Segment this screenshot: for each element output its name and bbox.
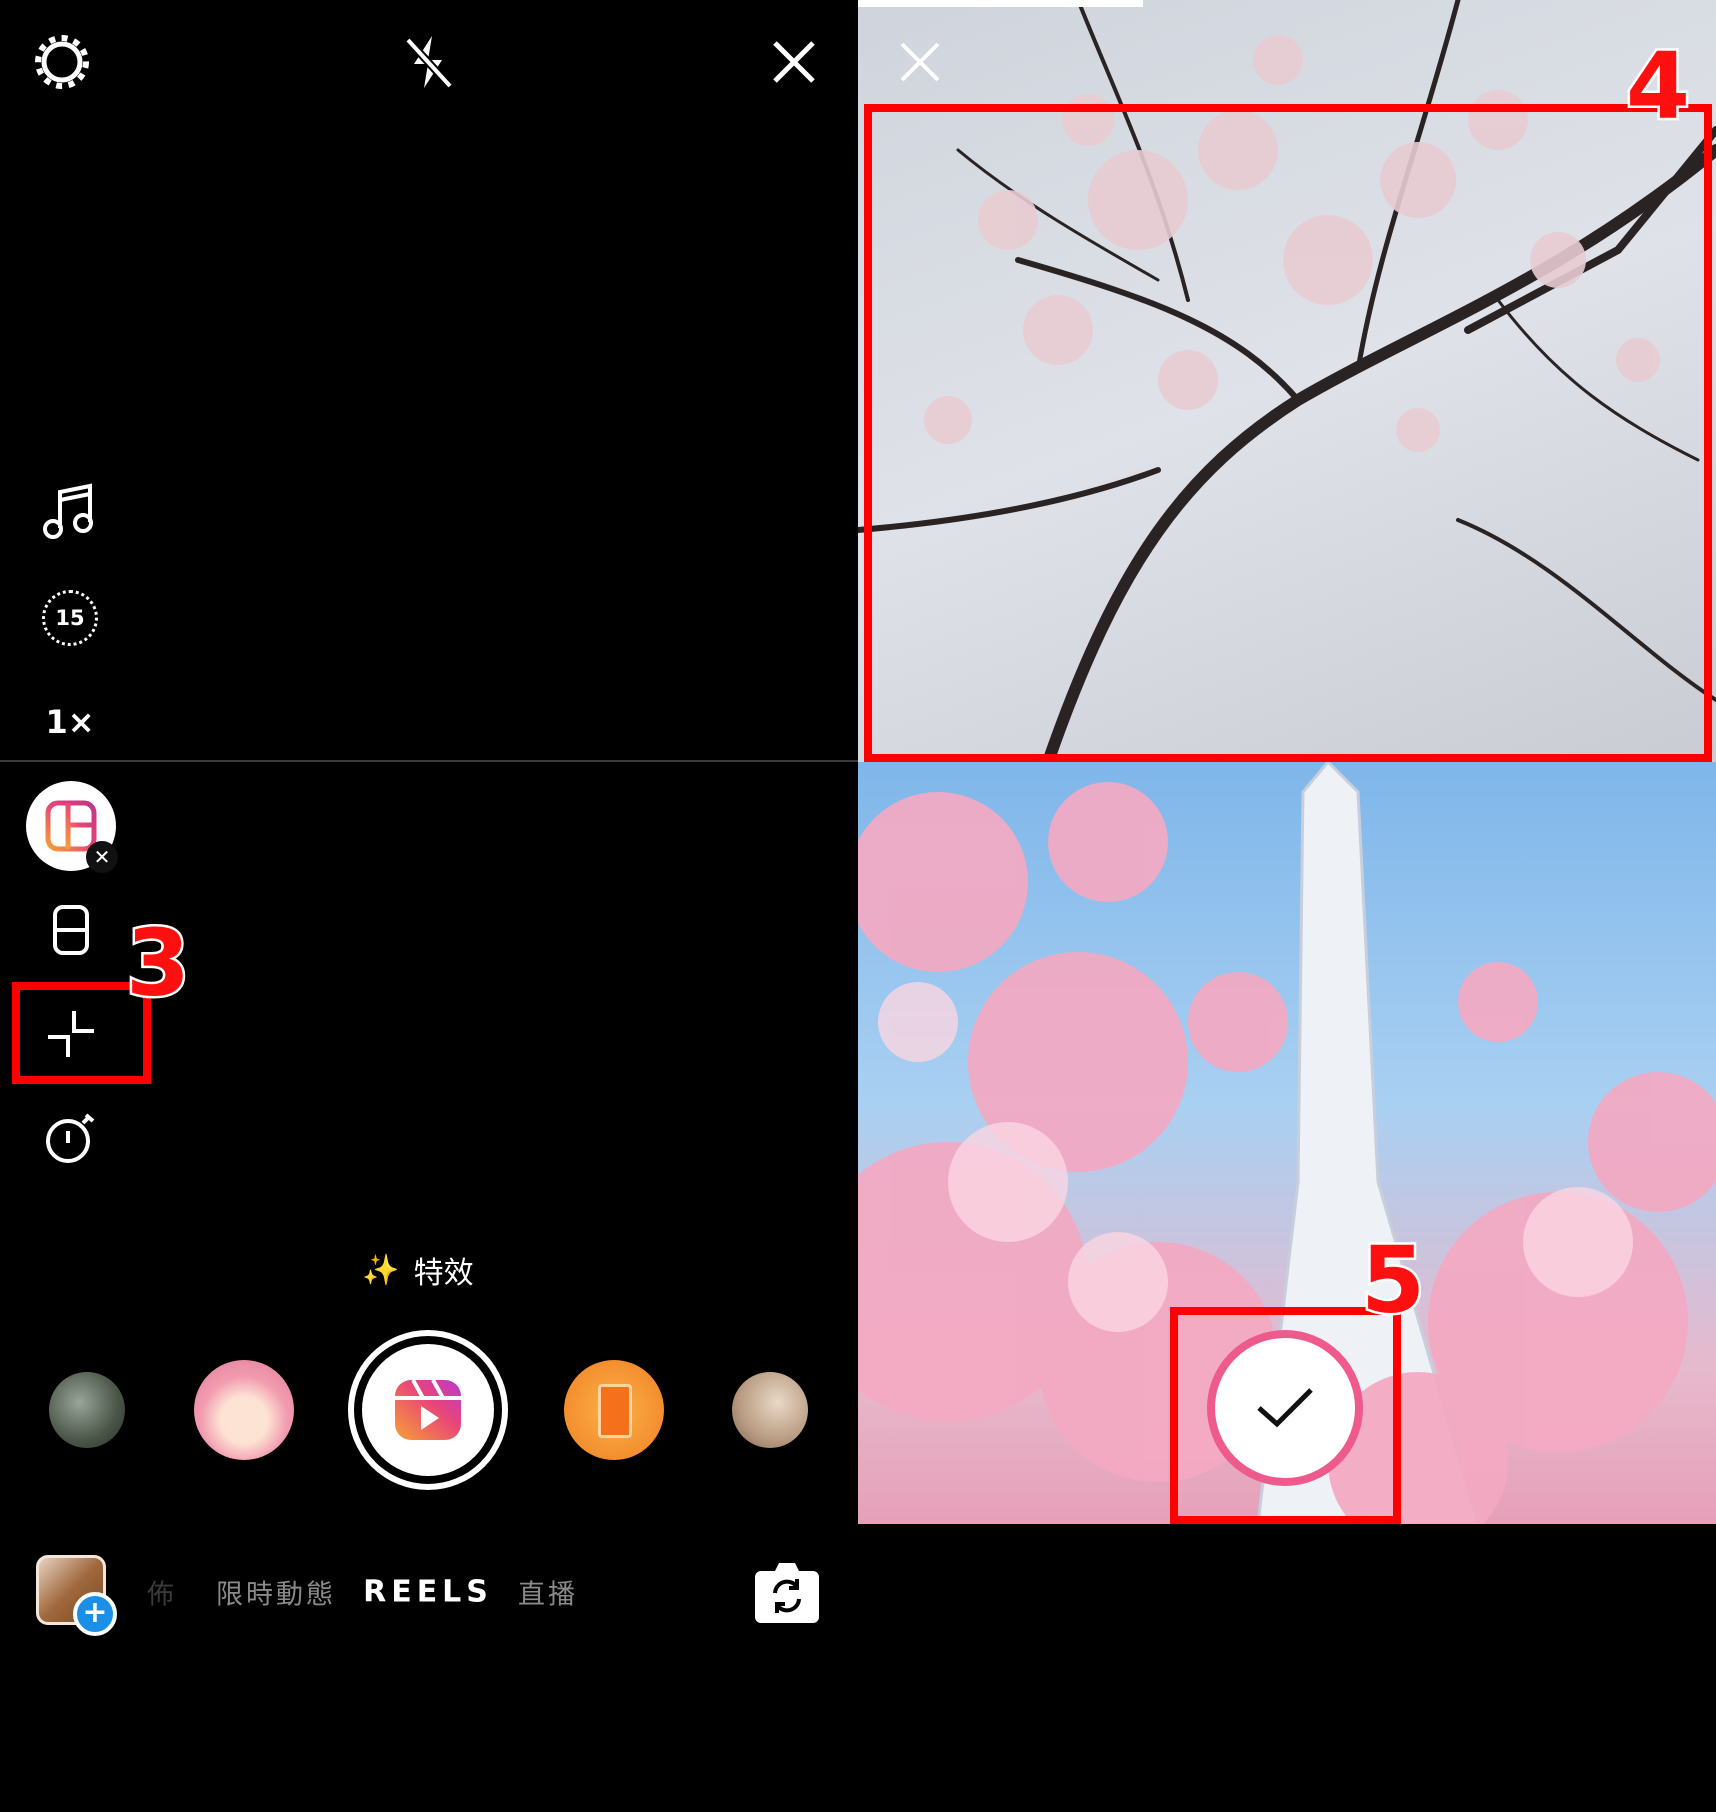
effect-thumbnail[interactable] [732, 1372, 808, 1448]
effect-thumbnail[interactable] [194, 1360, 294, 1460]
music-icon[interactable] [42, 482, 98, 542]
annotation-box-5 [1170, 1307, 1401, 1524]
countdown-timer-icon[interactable] [43, 1111, 97, 1165]
effect-thumbnail[interactable] [49, 1372, 125, 1448]
mode-reels[interactable]: REELS [363, 1575, 493, 1610]
effect-thumbnail[interactable] [564, 1360, 664, 1460]
capture-button[interactable] [348, 1330, 508, 1490]
camera-panel [0, 0, 858, 1812]
zoom-button[interactable]: 1× [45, 703, 94, 741]
annotation-step-5: 5 [1358, 1224, 1427, 1336]
layout-button[interactable]: ✕ [26, 781, 118, 873]
flash-off-icon[interactable] [398, 32, 458, 92]
annotation-step-3: 3 [123, 907, 192, 1019]
timer-length-value: 15 [55, 606, 85, 630]
flip-camera-icon[interactable] [753, 1559, 821, 1625]
close-preview-icon[interactable] [898, 40, 942, 84]
mode-live[interactable]: 直播 [518, 1573, 578, 1612]
plus-icon: + [73, 1592, 117, 1636]
close-icon[interactable] [771, 39, 817, 85]
effects-label: 特效 [413, 1256, 474, 1291]
sparkle-icon: ✨ [362, 1252, 400, 1288]
gear-icon[interactable] [31, 31, 93, 93]
remove-layout-icon[interactable]: ✕ [86, 841, 118, 873]
divider [0, 760, 858, 762]
recording-progress-bar [858, 0, 1143, 7]
layout-toggle-icon[interactable] [51, 903, 91, 957]
annotation-box-4 [864, 104, 1712, 762]
timer-length-button[interactable]: 15 [42, 590, 98, 646]
mode-story[interactable]: 限時動態 [216, 1573, 336, 1612]
effects-button[interactable]: ✨ 特效 [362, 1248, 473, 1292]
annotation-step-4: 4 [1623, 30, 1692, 142]
reels-icon [395, 1379, 461, 1440]
mode-post[interactable]: 佈 [147, 1573, 177, 1612]
gallery-button[interactable]: + [36, 1555, 117, 1636]
